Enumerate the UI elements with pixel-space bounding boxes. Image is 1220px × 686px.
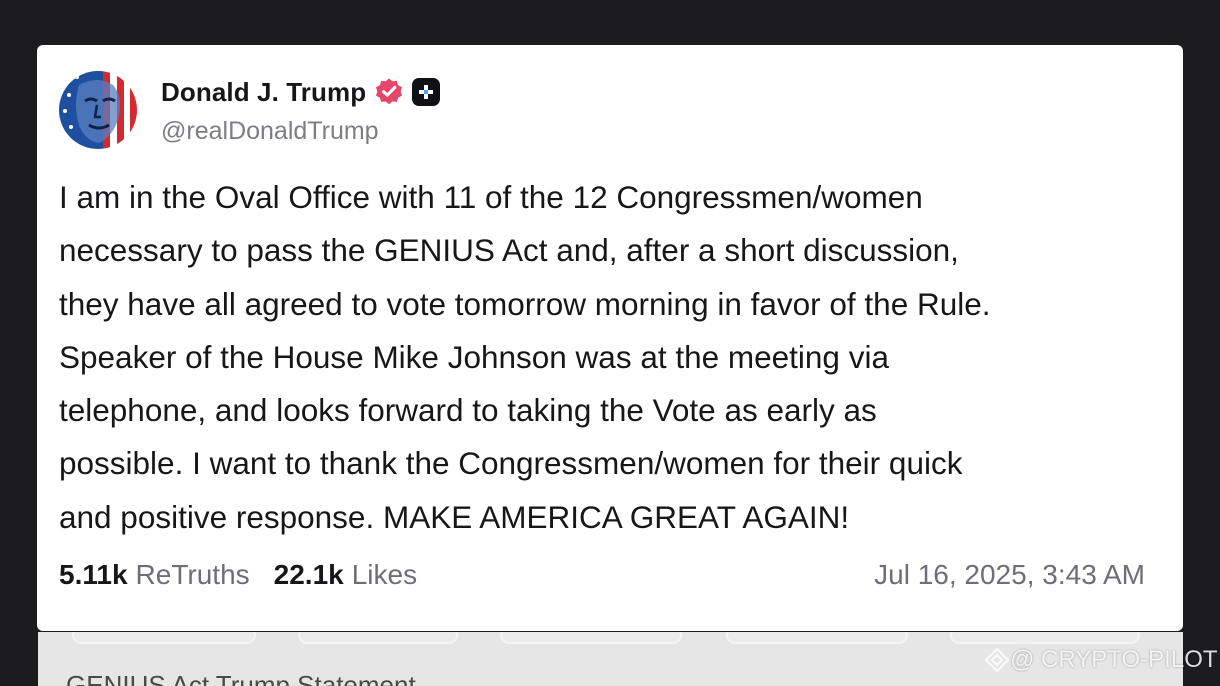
post-body: I am in the Oval Office with 11 of the 1… — [59, 179, 991, 535]
author-name[interactable]: Donald J. Trump — [161, 77, 366, 108]
action-button[interactable] — [72, 632, 256, 644]
post-timestamp[interactable]: Jul 16, 2025, 3:43 AM — [874, 559, 1145, 591]
verified-badge-icon — [376, 78, 403, 105]
action-button[interactable] — [298, 632, 458, 644]
plus-badge-icon — [412, 78, 441, 106]
action-button[interactable] — [950, 632, 1140, 644]
action-button[interactable] — [500, 632, 682, 644]
watermark: @ CRYPTO-PILOT — [984, 646, 1218, 674]
retruths-count[interactable]: 5.11k — [59, 559, 128, 591]
diamond-logo-icon — [984, 647, 1010, 673]
likes-label[interactable]: Likes — [352, 559, 417, 591]
post-stats: 5.11k ReTruths 22.1k Likes Jul 16, 2025,… — [59, 555, 1145, 595]
likes-count[interactable]: 22.1k — [274, 559, 344, 591]
watermark-text: @ CRYPTO-PILOT — [1010, 646, 1218, 673]
avatar[interactable] — [59, 71, 137, 149]
author-row: Donald J. Trump — [161, 75, 441, 109]
retruths-label[interactable]: ReTruths — [136, 559, 250, 591]
avatar-image — [59, 71, 137, 149]
author-handle[interactable]: @realDonaldTrump — [161, 117, 379, 146]
post-card: Donald J. Trump @realDonaldTrump I am in… — [37, 45, 1183, 631]
caption-text: GENIUS Act Trump Statement — [66, 670, 416, 686]
action-button[interactable] — [726, 632, 908, 644]
